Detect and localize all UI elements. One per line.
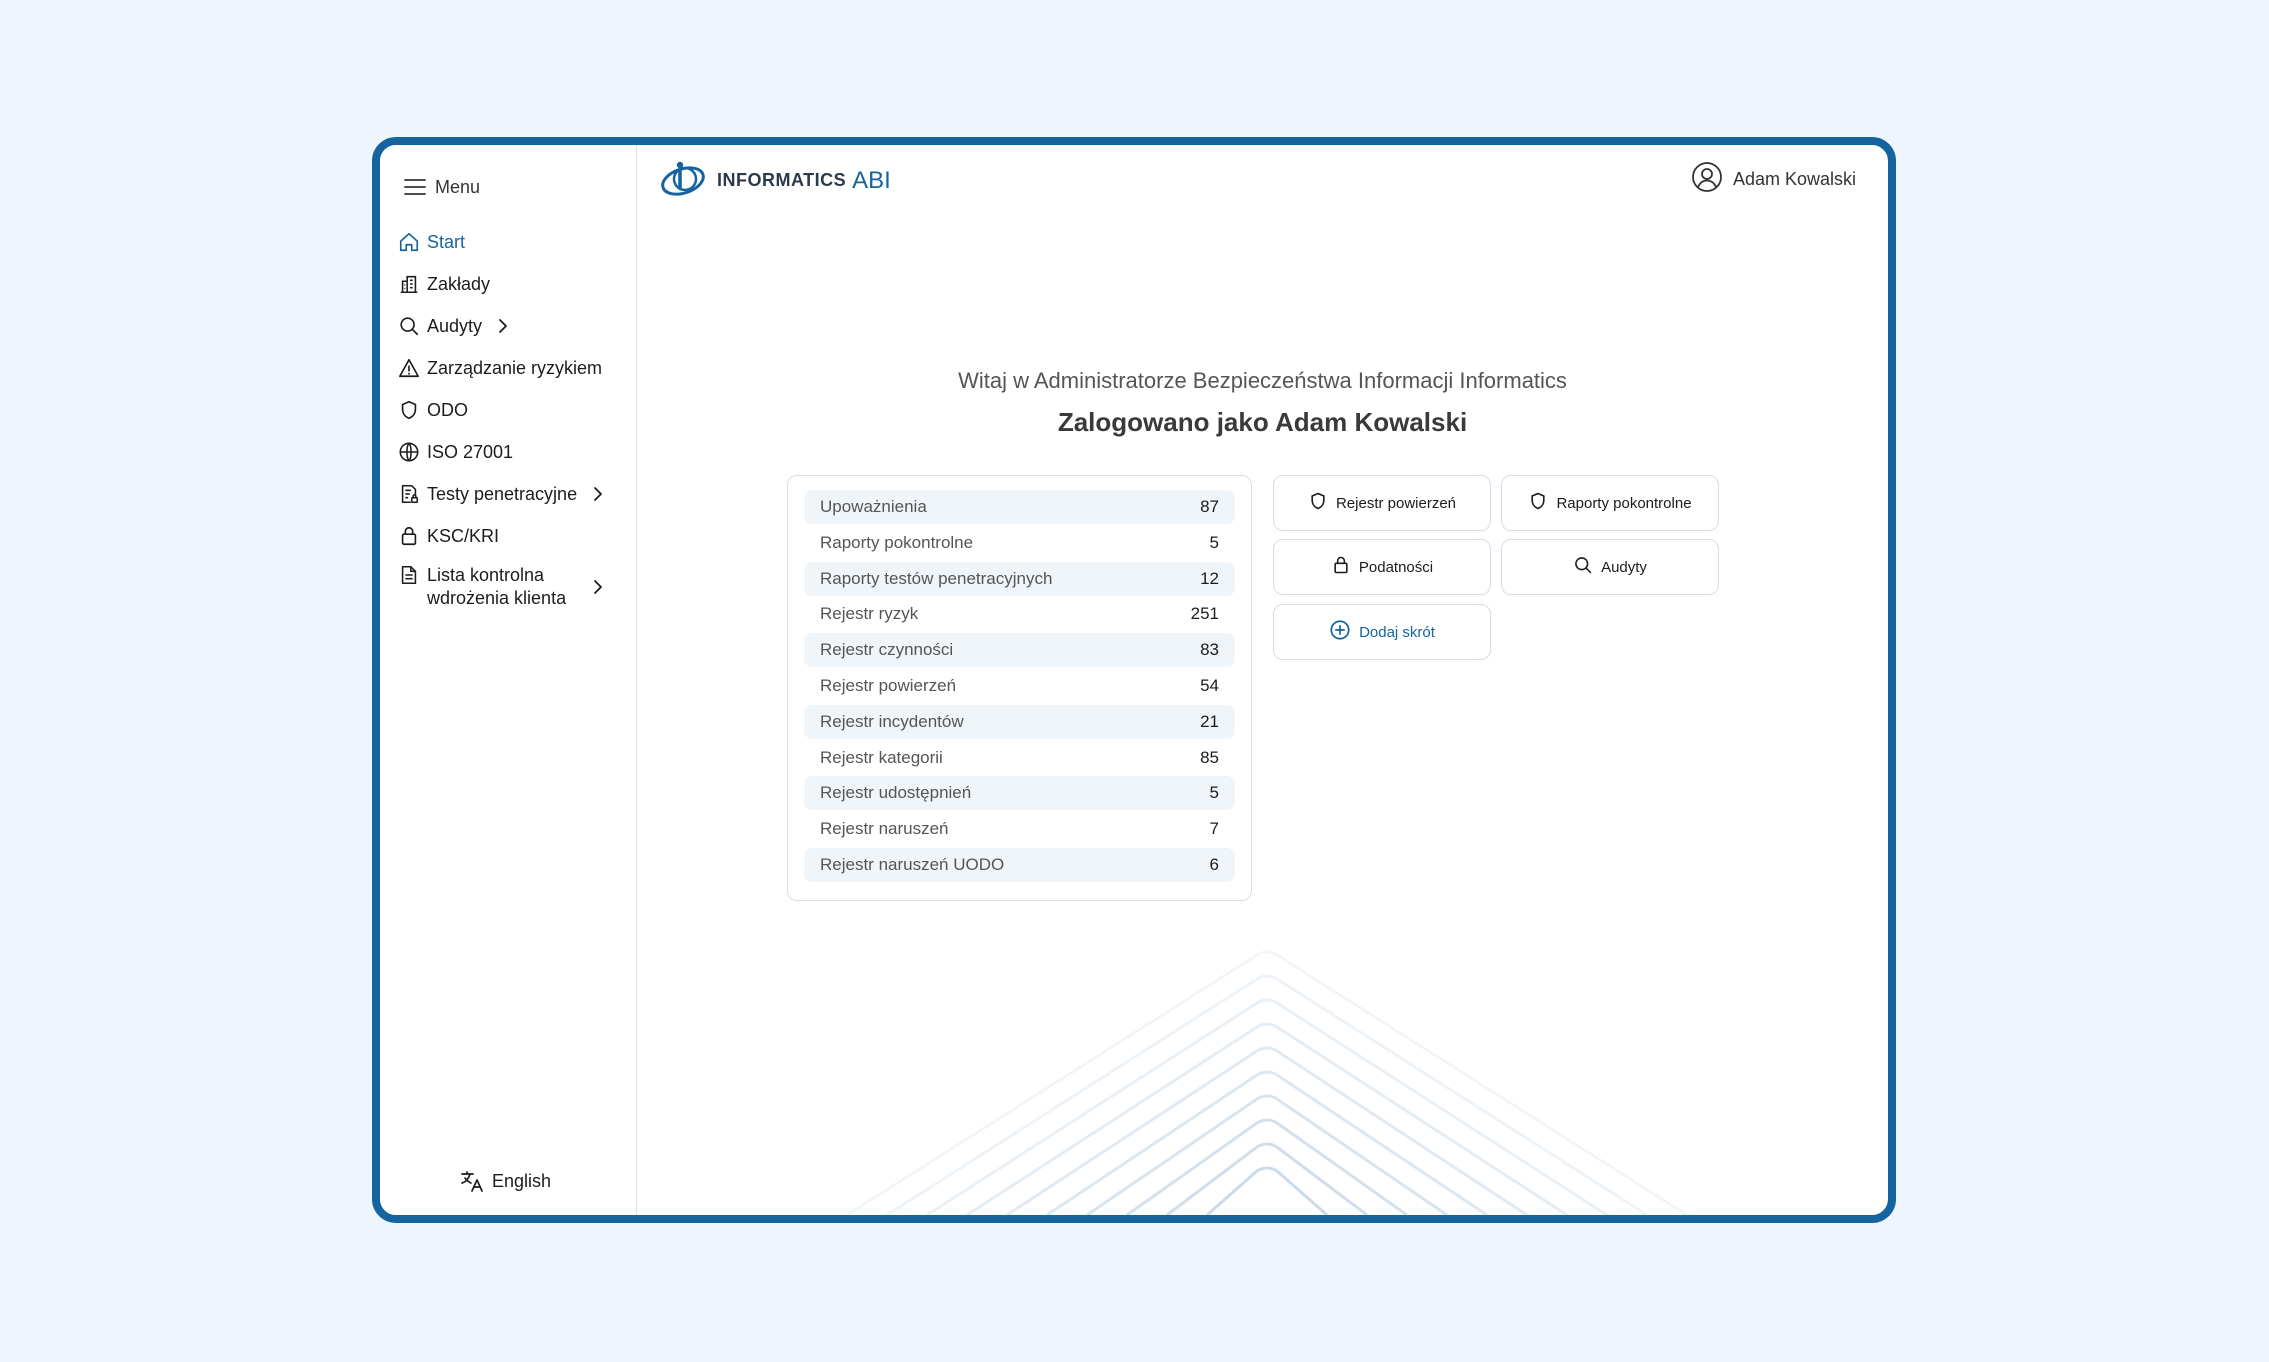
sidebar-item-start[interactable]: Start xyxy=(397,221,627,263)
sidebar: Menu Start Zakłady Audyty Zarządzanie ry… xyxy=(380,145,637,1215)
shortcut-raporty-pokontrolne[interactable]: Raporty pokontrolne xyxy=(1501,475,1719,531)
shield-icon xyxy=(1308,490,1328,516)
plus-circle-icon xyxy=(1329,619,1351,645)
sidebar-nav: Start Zakłady Audyty Zarządzanie ryzykie… xyxy=(397,221,627,617)
shortcut-podatnosci[interactable]: Podatności xyxy=(1273,539,1491,595)
sidebar-item-testy-penetracyjne[interactable]: Testy penetracyjne xyxy=(397,473,627,515)
stat-value: 87 xyxy=(1200,497,1219,516)
stat-value: 7 xyxy=(1209,819,1219,839)
lock-icon xyxy=(1331,554,1351,580)
list-item[interactable]: Rejestr czynności 83 xyxy=(804,633,1235,668)
stat-value: 251 xyxy=(1190,604,1219,624)
stat-value: 54 xyxy=(1200,675,1219,695)
sidebar-item-label: Lista kontrolna wdrożenia klienta xyxy=(427,565,567,608)
hamburger-icon xyxy=(403,175,427,199)
shortcut-rejestr-powierzen[interactable]: Rejestr powierzeń xyxy=(1273,475,1491,531)
list-item[interactable]: Rejestr ryzyk 251 xyxy=(804,597,1235,631)
menu-label: Menu xyxy=(435,176,481,197)
chevron-right-icon xyxy=(498,318,508,334)
building-icon xyxy=(397,272,421,296)
stat-label: Rejestr naruszeń xyxy=(820,819,949,839)
user-menu[interactable]: Adam Kowalski xyxy=(1691,161,1856,198)
sidebar-item-label: Testy penetracyjne xyxy=(427,483,578,504)
menu-toggle[interactable]: Menu xyxy=(403,175,480,199)
stat-label: Rejestr naruszeń UODO xyxy=(820,854,1005,874)
add-shortcut-label: Dodaj skrót xyxy=(1359,623,1435,641)
list-item[interactable]: Rejestr naruszeń UODO 6 xyxy=(804,847,1235,882)
sidebar-item-label: KSC/KRI xyxy=(427,525,500,546)
stat-value: 5 xyxy=(1209,783,1219,803)
stat-value: 85 xyxy=(1200,747,1219,767)
stat-value: 6 xyxy=(1209,854,1219,874)
sidebar-item-label: ODO xyxy=(427,399,469,420)
logo-icon xyxy=(659,157,709,204)
stat-value: 83 xyxy=(1200,640,1219,660)
sidebar-item-zarzadzanie-ryzykiem[interactable]: Zarządzanie ryzykiem xyxy=(397,347,627,389)
stat-label: Raporty testów penetracyjnych xyxy=(820,568,1053,588)
chevron-right-icon xyxy=(593,579,603,595)
shortcut-label: Rejestr powierzeń xyxy=(1335,494,1457,512)
shield-icon xyxy=(397,398,421,422)
home-icon xyxy=(397,230,421,254)
stat-value: 12 xyxy=(1200,568,1219,588)
welcome-text: Witaj w Administratorze Bezpieczeństwa I… xyxy=(958,368,1567,393)
sidebar-item-odo[interactable]: ODO xyxy=(397,389,627,431)
shortcut-label: Audyty xyxy=(1601,558,1647,576)
sidebar-item-label: Zarządzanie ryzykiem xyxy=(427,357,603,378)
add-shortcut-button[interactable]: Dodaj skrót xyxy=(1273,604,1491,660)
logo-suffix: ABI xyxy=(852,166,891,194)
stat-label: Rejestr incydentów xyxy=(820,711,964,731)
sidebar-item-iso-27001[interactable]: ISO 27001 xyxy=(397,431,627,473)
logged-in-heading: Zalogowano jako Adam Kowalski xyxy=(1057,407,1468,437)
stat-label: Rejestr kategorii xyxy=(820,747,943,767)
list-item[interactable]: Raporty testów penetracyjnych 12 xyxy=(804,561,1235,596)
logo-text: INFORMATICS xyxy=(717,170,847,190)
sidebar-item-ksc-kri[interactable]: KSC/KRI xyxy=(397,515,627,557)
sidebar-item-label: Audyty xyxy=(427,315,483,336)
sidebar-item-audyty[interactable]: Audyty xyxy=(397,305,627,347)
translate-icon xyxy=(460,1169,484,1193)
search-icon xyxy=(397,314,421,338)
list-item[interactable]: Rejestr udostępnień 5 xyxy=(804,776,1235,811)
document-lock-icon xyxy=(397,482,421,506)
user-icon xyxy=(1691,161,1723,198)
sidebar-item-zaklady[interactable]: Zakłady xyxy=(397,263,627,305)
sidebar-item-label: ISO 27001 xyxy=(427,441,514,462)
list-item[interactable]: Rejestr kategorii 85 xyxy=(804,741,1235,775)
stat-value: 5 xyxy=(1209,532,1219,552)
stat-label: Rejestr powierzeń xyxy=(820,675,957,695)
shortcut-label: Podatności xyxy=(1358,558,1434,576)
user-name: Adam Kowalski xyxy=(1732,169,1856,189)
search-icon xyxy=(1573,554,1593,580)
stats-panel: Upoważnienia 87 Raporty pokontrolne 5 Rapo… xyxy=(787,475,1252,901)
stat-label: Rejestr ryzyk xyxy=(820,604,919,624)
stat-label: Upoważnienia xyxy=(820,497,927,516)
stat-label: Rejestr udostępnień xyxy=(820,783,972,803)
chevron-right-icon xyxy=(593,486,603,502)
list-item[interactable]: Rejestr naruszeń 7 xyxy=(804,812,1235,846)
globe-icon xyxy=(397,440,421,464)
shield-icon xyxy=(1528,490,1548,516)
decorative-background-pattern xyxy=(846,950,1688,1215)
sidebar-item-lista-kontrolna[interactable]: Lista kontrolna wdrożenia klienta xyxy=(397,557,627,617)
app-logo: INFORMATICS ABI xyxy=(659,157,891,204)
main-content: INFORMATICS ABI Adam Kowalski Witaj w Ad… xyxy=(637,145,1888,1215)
stat-value: 21 xyxy=(1200,711,1219,731)
document-icon xyxy=(397,563,421,587)
shortcut-label: Raporty pokontrolne xyxy=(1556,494,1692,512)
language-switch[interactable]: English xyxy=(460,1169,551,1193)
lock-icon xyxy=(397,524,421,548)
shortcut-audyty[interactable]: Audyty xyxy=(1501,539,1719,595)
list-item[interactable]: Rejestr powierzeń 54 xyxy=(804,669,1235,703)
sidebar-item-label: Start xyxy=(427,231,466,252)
list-item[interactable]: Rejestr incydentów 21 xyxy=(804,704,1235,739)
stat-label: Raporty pokontrolne xyxy=(820,532,974,552)
stat-label: Rejestr czynności xyxy=(820,640,954,660)
app-window: Menu Start Zakłady Audyty Zarządzanie ry… xyxy=(372,137,1896,1223)
list-item[interactable]: Raporty pokontrolne 5 xyxy=(804,526,1235,560)
sidebar-item-label: Zakłady xyxy=(427,273,491,294)
language-label: English xyxy=(492,1170,552,1191)
warning-icon xyxy=(397,356,421,380)
list-item[interactable]: Upoważnienia 87 xyxy=(804,490,1235,524)
